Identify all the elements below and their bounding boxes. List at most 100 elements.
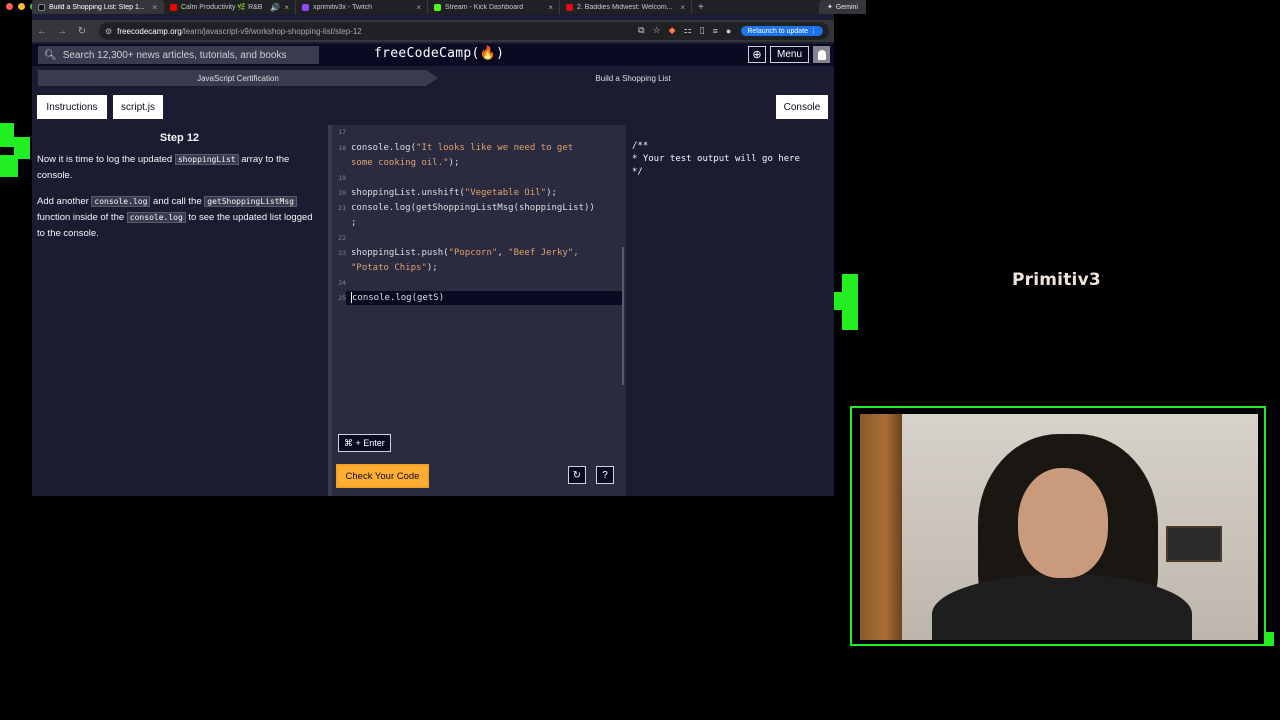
webcam-frame [850,406,1266,646]
code-area[interactable]: 17 18 console.log("It looks like we need … [332,125,622,455]
tab-close-icon[interactable]: × [152,3,157,12]
tab-close-icon[interactable]: × [548,3,553,12]
check-code-button[interactable]: Check Your Code [336,464,429,488]
netflix-icon [566,3,573,11]
reload-icon[interactable]: ↻ [72,26,92,37]
relaunch-button[interactable]: Relaunch to update ⋮ [741,25,823,36]
help-icon[interactable]: ? [596,466,614,484]
code-text: ); [426,263,438,273]
keyboard-shortcut-hint: ⌘ + Enter [338,434,391,452]
tab-console[interactable]: Console [776,95,828,119]
browser-tab[interactable]: Build a Shopping List: Step 1... × [32,0,164,14]
bookmark-star-icon[interactable]: ☆ [653,25,661,36]
code-text: ; [351,218,357,228]
youtube-icon [170,3,177,11]
line-number: 22 [338,234,346,242]
url-field[interactable]: ⚙ freecodecamp.org/learn/javascript-v9/w… [99,22,829,40]
language-globe-icon[interactable]: ⊕ [747,46,766,63]
profile-icon[interactable]: ● [726,26,731,36]
browser-tab[interactable]: xprimitiv3x - Twitch × [296,0,428,14]
code-line[interactable]: 21 console.log(getShoppingListMsg(shoppin… [332,201,595,216]
extensions-puzzle-icon[interactable]: ⚏ [684,25,692,36]
url-path: /learn/javascript-v9/workshop-shopping-l… [181,26,362,36]
tab-close-icon[interactable]: × [416,3,421,12]
gemini-button[interactable]: ✦ Gemini [818,0,866,14]
breadcrumb-certification[interactable]: JavaScript Certification [38,70,438,86]
tab-title: 2. Baddies Midwest: Welcom... [577,3,673,11]
cast-icon[interactable]: ⧉ [638,25,644,36]
code-text: ); [546,188,557,198]
browser-tab[interactable]: 2. Baddies Midwest: Welcom... × [560,0,692,14]
line-number: 24 [338,279,346,287]
tab-bar: Build a Shopping List: Step 1... × Calm … [6,0,866,14]
inline-code: getShoppingListMsg [204,196,297,207]
instruction-paragraph: Now it is time to log the updated shoppi… [37,152,322,184]
minimize-window-button[interactable] [18,3,25,10]
inline-code: console.log [126,212,186,223]
line-number: 25 [338,294,346,302]
line-number: 18 [338,144,346,152]
tab-close-icon[interactable]: × [284,3,289,12]
site-info-icon[interactable]: ⚙ [105,27,112,36]
editor-scrollbar[interactable] [622,247,624,385]
tab-close-icon[interactable]: × [680,3,685,12]
kick-icon [434,3,441,11]
tab-title: Calm Productivity 🌿 R&B [181,4,263,11]
twitch-icon [302,3,309,11]
code-line[interactable]: 24 [332,276,351,291]
code-line[interactable]: "Potato Chips"); [332,261,438,276]
speaker-icon[interactable]: 🔊 [270,3,280,12]
code-line[interactable]: 22 [332,231,351,246]
gemini-label: Gemini [835,3,858,11]
line-number: 21 [338,204,346,212]
code-line[interactable]: 20 shoppingList.unshift("Vegetable Oil"); [332,186,557,201]
toolbar-icons: ⧉ ☆ ◆ ⚏ ▯ ≡ ● Relaunch to update ⋮ [638,25,823,36]
code-text: console.log(getShoppingListMsg(shoppingL… [351,203,595,213]
menu-lines-icon[interactable]: ≡ [713,26,718,36]
code-line[interactable]: 19 [332,171,351,186]
code-line[interactable]: 17 [332,125,351,140]
code-line[interactable]: ; [332,216,356,231]
sidebar-icon[interactable]: ▯ [700,25,705,36]
browser-tab[interactable]: Stream - Kick Dashboard × [428,0,560,14]
tab-instructions[interactable]: Instructions [37,95,107,119]
instructions-pane: Step 12 Now it is time to log the update… [37,130,322,252]
stream-title: Primitiv3 [1012,270,1101,290]
code-line[interactable]: some cooking oil."); [332,156,459,171]
avatar[interactable] [813,46,830,63]
overlay-decoration [0,155,18,177]
close-window-button[interactable] [6,3,13,10]
address-bar: ← → ↻ ⚙ freecodecamp.org/learn/javascrip… [32,20,834,42]
code-line[interactable]: 25 console.log(getS) [332,291,444,306]
code-line[interactable]: 18 console.log("It looks like we need to … [332,141,573,156]
extension-icon[interactable]: ◆ [669,25,676,36]
inline-code: console.log [91,196,151,207]
code-line[interactable]: 23 shoppingList.push("Popcorn", "Beef Jer… [332,246,578,261]
code-string: "Vegetable Oil" [464,188,547,198]
instruction-paragraph: Add another console.log and call the get… [37,194,322,242]
line-number: 17 [338,128,346,136]
tab-title: Build a Shopping List: Step 1... [49,3,145,11]
search-input[interactable]: 🔍︎ Search 12,300+ news articles, tutoria… [38,46,319,64]
instruction-text: function inside of the [37,212,127,223]
back-icon[interactable]: ← [32,26,52,37]
code-string: "Popcorn" [448,248,498,258]
user-icon [817,49,826,60]
fcc-logo[interactable]: freeCodeCamp(🔥) [374,46,504,61]
new-tab-icon[interactable]: + [692,2,710,13]
overlay-decoration [0,123,14,147]
breadcrumb-workshop[interactable]: Build a Shopping List [438,70,828,86]
code-text: shoppingList.push( [351,248,449,258]
webcam-picture-frame [1166,526,1222,562]
forward-icon[interactable]: → [52,26,72,37]
search-placeholder: Search 12,300+ news articles, tutorials,… [62,49,287,61]
reset-icon[interactable]: ↻ [568,466,586,484]
webcam-door [860,414,902,640]
menu-button[interactable]: Menu [769,46,809,63]
code-editor[interactable]: 17 18 console.log("It looks like we need … [328,125,626,496]
browser-tab[interactable]: Calm Productivity 🌿 R&B 🔊 × [164,0,296,14]
code-text: console.log(getS) [352,293,445,303]
code-string: some cooking oil." [351,158,449,168]
code-string: "It looks like we need to get [416,143,574,153]
tab-script-js[interactable]: script.js [113,95,163,119]
